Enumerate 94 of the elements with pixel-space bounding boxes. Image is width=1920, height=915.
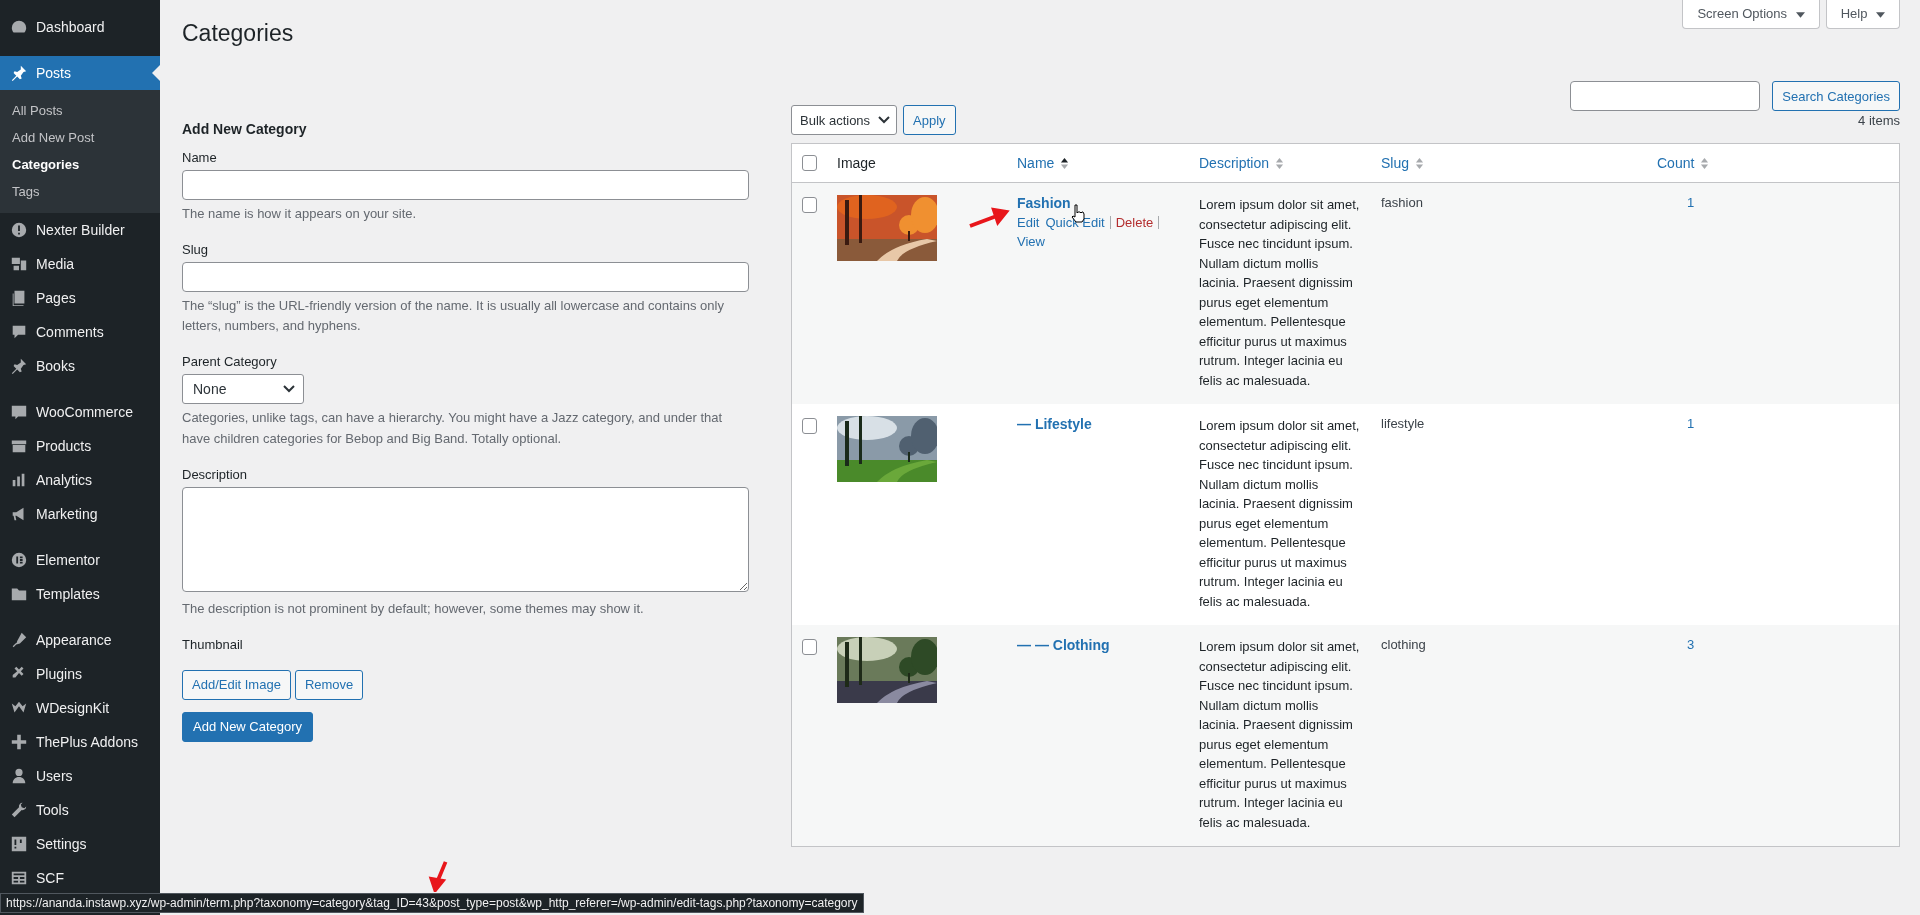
help-text: The “slug” is the URL-friendly version of the name. It is usually all lowercase and contains only letters, numbers, and hyphens. xyxy=(182,297,725,336)
row-checkbox[interactable] xyxy=(802,197,817,213)
sidebar-item[interactable]: Media xyxy=(0,247,160,281)
row-checkbox[interactable] xyxy=(802,639,817,655)
menu-icon xyxy=(10,255,28,273)
field-label: Name xyxy=(182,150,218,165)
menu-icon xyxy=(10,221,28,239)
annotation-arrow xyxy=(428,860,450,892)
field-label: Description xyxy=(182,466,249,482)
sidebar-item[interactable]: Nexter Builder xyxy=(0,213,160,247)
submenu-item[interactable]: All Posts xyxy=(0,97,160,124)
page-title: Categories xyxy=(182,20,294,47)
category-name-link[interactable]: — Lifestyle xyxy=(1017,416,1092,432)
search-field[interactable] xyxy=(1570,81,1761,111)
sidebar-item[interactable]: Tools xyxy=(0,793,160,827)
column-header: Image xyxy=(837,155,876,171)
sidebar-item[interactable]: Marketing xyxy=(0,497,160,531)
thumbnail-button[interactable]: Remove xyxy=(294,669,364,700)
post-number-link[interactable]: 1 xyxy=(1687,195,1695,210)
menu-icon xyxy=(10,801,28,819)
menu-icon xyxy=(10,631,28,649)
post-number-link[interactable]: 3 xyxy=(1687,637,1695,652)
sort-link[interactable]: Name xyxy=(1017,155,1055,171)
row-action-link[interactable]: Quick Edit xyxy=(1045,213,1105,232)
status-url: https://ananda.instawp.xyz/wp-admin/term.php?taxonomy=category&tag_ID=43&post_type=post&wp_http_referer=/wp-admin/edit-tags.php?taxonomy=category xyxy=(0,893,864,913)
sidebar-item[interactable]: WDesignKit xyxy=(0,691,160,725)
description-field[interactable] xyxy=(182,486,749,592)
search-button[interactable]: Search Categories xyxy=(1772,81,1900,111)
post-number-link[interactable]: 1 xyxy=(1687,416,1695,431)
apply-button[interactable]: Apply xyxy=(903,105,956,135)
sidebar-item[interactable]: Settings xyxy=(0,827,160,861)
description-cell-text: Lorem ipsum dolor sit amet, consectetur adipiscing elit. Fusce nec tincidunt ipsum. Nullam dictum mollis lacinia. Praesent dignissim purus eget elementum elementum. Pellentesque efficitur purus ut maximus rutrum. Integer lacinia eu felis ac malesuada. xyxy=(1199,638,1361,832)
sidebar-item[interactable]: Books xyxy=(0,349,160,383)
annotation-arrow xyxy=(968,206,1012,228)
bulk-actions-dropdown[interactable]: Bulk actions xyxy=(791,105,898,135)
row-action-link[interactable]: Delete xyxy=(1115,213,1154,232)
screen-tab[interactable]: Screen Options xyxy=(1682,0,1820,29)
sidebar-item[interactable]: Users xyxy=(0,759,160,793)
sidebar-item[interactable]: ThePlus Addons xyxy=(0,725,160,759)
field-label: Slug xyxy=(182,242,210,258)
row-action-link[interactable]: View xyxy=(1017,232,1045,251)
form-heading: Add New Category xyxy=(182,121,308,137)
dropdown-icon xyxy=(1876,11,1885,18)
sidebar-item[interactable]: WooCommerce xyxy=(0,395,160,429)
chevron-icon xyxy=(878,116,891,124)
menu-icon xyxy=(10,357,28,375)
sidebar-item[interactable]: Templates xyxy=(0,577,160,611)
sidebar-item[interactable]: Dashboard xyxy=(0,10,160,44)
slug-cell: lifestyle xyxy=(1381,416,1425,431)
sidebar-item[interactable]: Appearance xyxy=(0,623,160,657)
add-category-button[interactable]: Add New Category xyxy=(182,711,314,742)
help-text: Categories, unlike tags, can have a hierarchy. You might have a Jazz category, and under that have children categories for Bebop and Big Band. Totally optional. xyxy=(182,409,724,448)
slug-cell: clothing xyxy=(1381,637,1426,652)
row-action-link[interactable]: Edit xyxy=(1017,213,1040,232)
sort-link[interactable]: Slug xyxy=(1381,155,1410,171)
sidebar-item[interactable]: Pages xyxy=(0,281,160,315)
help-text: The description is not prominent by default; however, some themes may show it. xyxy=(182,599,645,618)
row-checkbox[interactable] xyxy=(802,418,817,434)
field-label: Thumbnail xyxy=(182,636,244,652)
item-count: 4 items xyxy=(1858,112,1900,128)
sidebar-item[interactable]: Posts xyxy=(0,56,160,90)
submenu-item[interactable]: Tags xyxy=(0,178,160,205)
description-cell-text: Lorem ipsum dolor sit amet, consectetur adipiscing elit. Fusce nec tincidunt ipsum. Nullam dictum mollis lacinia. Praesent dignissim purus eget elementum elementum. Pellentesque efficitur purus ut maximus rutrum. Integer lacinia eu felis ac malesuada. xyxy=(1199,196,1361,390)
description-cell-text: Lorem ipsum dolor sit amet, consectetur adipiscing elit. Fusce nec tincidunt ipsum. Nullam dictum mollis lacinia. Praesent dignissim purus eget elementum elementum. Pellentesque efficitur purus ut maximus rutrum. Integer lacinia eu felis ac malesuada. xyxy=(1199,417,1361,611)
menu-icon xyxy=(10,733,28,751)
menu-icon xyxy=(10,64,28,82)
dropdown-icon xyxy=(1795,11,1805,18)
field-label: Parent Category xyxy=(182,354,278,370)
sidebar-item[interactable]: SCF xyxy=(0,861,160,895)
sort-link[interactable]: Count xyxy=(1657,155,1695,171)
chevron-icon xyxy=(283,385,295,394)
category-name-link[interactable]: — — Clothing xyxy=(1017,637,1110,653)
menu-icon xyxy=(10,551,28,569)
sidebar-item[interactable]: Products xyxy=(0,429,160,463)
sidebar-item[interactable]: Elementor xyxy=(0,543,160,577)
parent-dropdown[interactable]: None xyxy=(182,374,304,405)
select-all-checkbox[interactable] xyxy=(802,155,817,171)
sort-link[interactable]: Description xyxy=(1199,155,1270,171)
slug-cell: fashion xyxy=(1381,195,1423,210)
text-field[interactable] xyxy=(182,262,749,293)
menu-icon xyxy=(10,767,28,785)
menu-icon xyxy=(10,835,28,853)
category-name-link[interactable]: Fashion xyxy=(1017,195,1071,211)
submenu-item[interactable]: Add New Post xyxy=(0,124,160,151)
sidebar-item[interactable]: Plugins xyxy=(0,657,160,691)
menu-icon xyxy=(10,869,28,887)
screen-tab[interactable]: Help xyxy=(1825,0,1900,29)
sidebar-item[interactable]: Analytics xyxy=(0,463,160,497)
menu-icon xyxy=(10,403,28,421)
sidebar-item[interactable]: Comments xyxy=(0,315,160,349)
text-field[interactable] xyxy=(182,170,749,200)
thumbnail-button[interactable]: Add/Edit Image xyxy=(182,669,291,700)
submenu-item[interactable]: Categories xyxy=(0,151,160,178)
help-text: The name is how it appears on your site. xyxy=(182,205,418,223)
